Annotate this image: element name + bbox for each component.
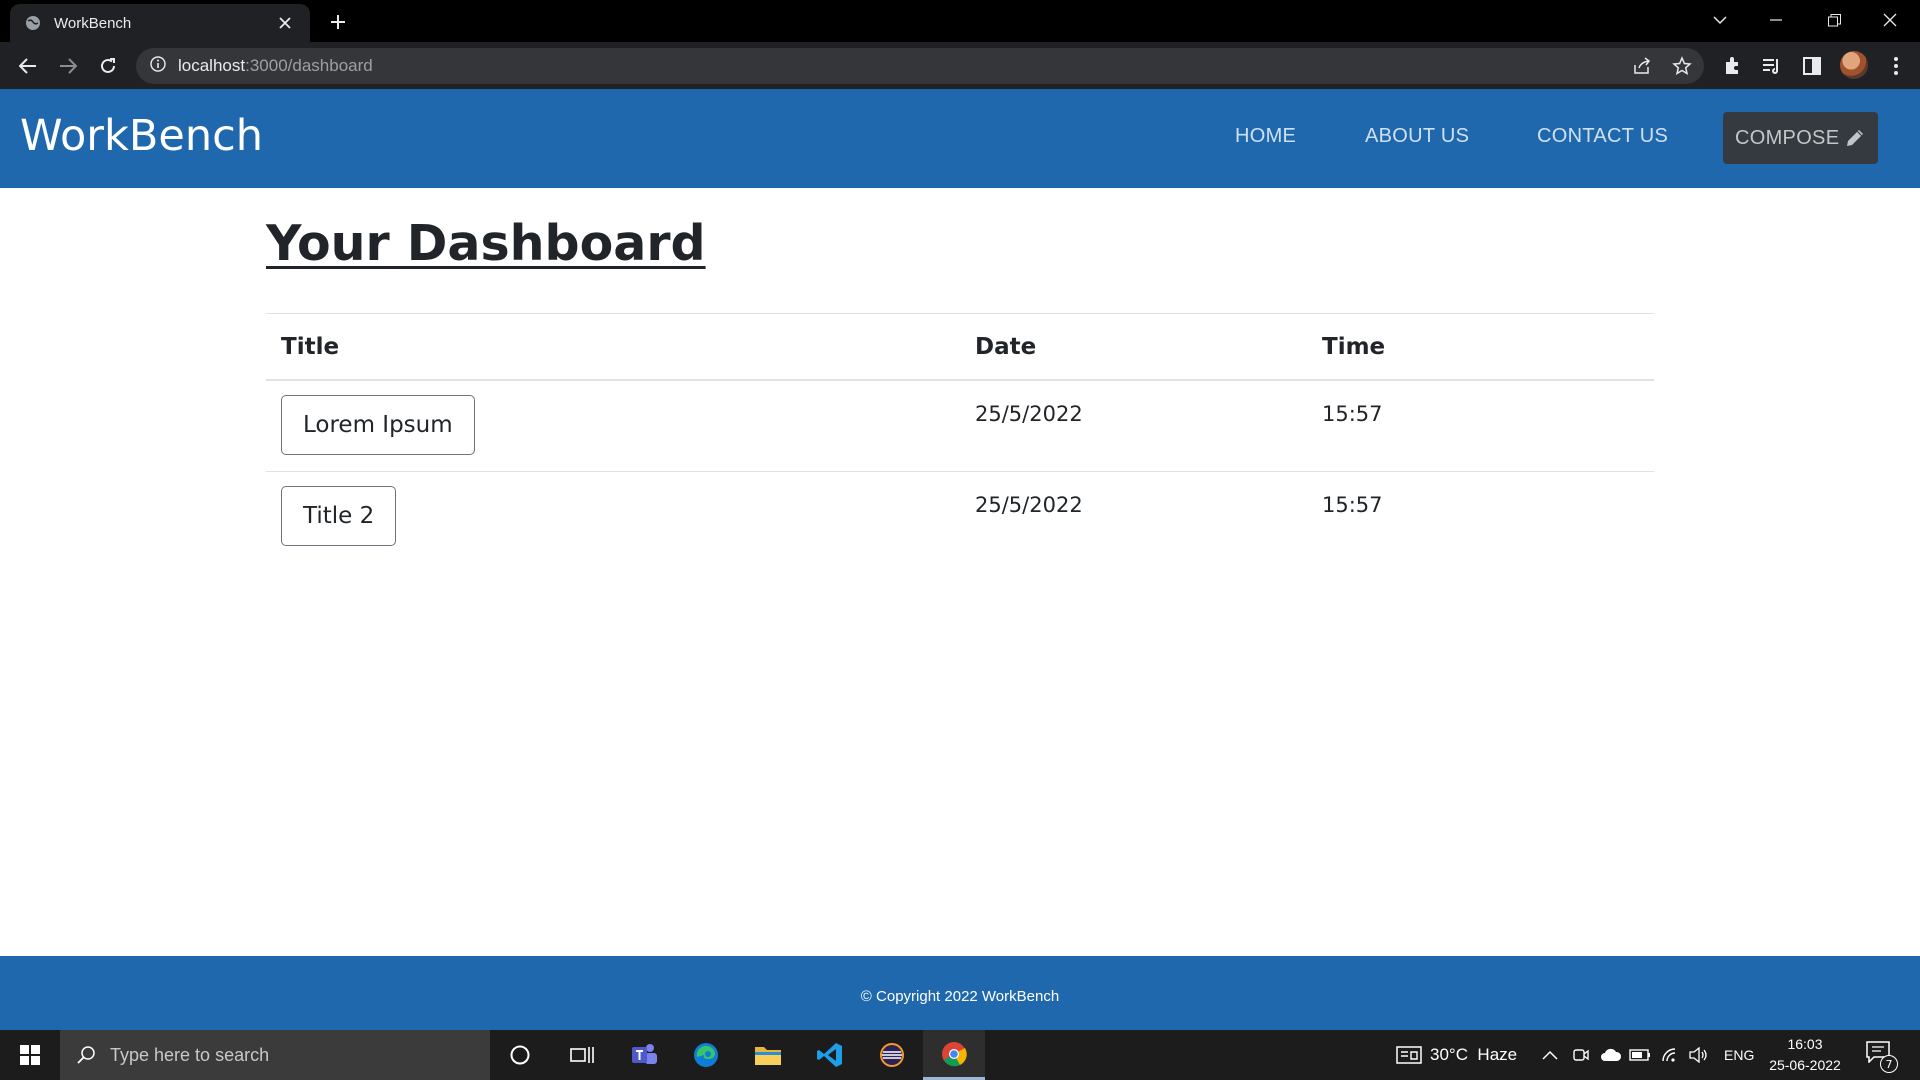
meet-now-icon[interactable] [1573, 1030, 1589, 1080]
nav-link-about-us[interactable]: ABOUT US [1365, 125, 1469, 148]
teams-icon[interactable] [613, 1030, 675, 1080]
profile-avatar[interactable] [1840, 51, 1868, 79]
windows-start-icon[interactable] [0, 1030, 60, 1080]
wifi-icon[interactable] [1661, 1030, 1681, 1080]
side-panel-icon[interactable] [1796, 50, 1828, 82]
browser-tabstrip: WorkBench [0, 0, 1920, 42]
search-placeholder: Type here to search [110, 1044, 270, 1065]
restore-icon[interactable] [1806, 0, 1862, 40]
column-header-date: Date [975, 334, 1037, 360]
copyright-text: © Copyright 2022 WorkBench [860, 987, 1060, 1005]
table-row: Title 2 25/5/2022 15:57 [266, 472, 1654, 563]
cortana-icon[interactable] [489, 1030, 551, 1080]
file-explorer-icon[interactable] [737, 1030, 799, 1080]
info-icon[interactable] [150, 56, 166, 76]
row-date: 25/5/2022 [975, 493, 1083, 517]
clock-time: 16:03 [1787, 1036, 1823, 1052]
nav-link-contact-us[interactable]: CONTACT US [1537, 125, 1668, 148]
bookmark-star-icon[interactable] [1670, 54, 1694, 78]
close-tab-icon[interactable] [274, 12, 296, 34]
notification-center-icon[interactable]: 7 [1866, 1041, 1898, 1073]
windows-taskbar: Type here to search 30°C Haze ENG 16:03 … [0, 1030, 1920, 1080]
post-title-button[interactable]: Title 2 [281, 486, 397, 546]
battery-icon[interactable] [1629, 1030, 1651, 1080]
table-row: Lorem Ipsum 25/5/2022 15:57 [266, 381, 1654, 472]
row-date: 25/5/2022 [975, 402, 1083, 426]
share-icon[interactable] [1630, 54, 1654, 78]
browser-tab[interactable]: WorkBench [10, 4, 310, 42]
site-footer: © Copyright 2022 WorkBench [0, 956, 1920, 1030]
vscode-icon[interactable] [799, 1030, 861, 1080]
pencil-icon [1847, 130, 1864, 146]
site-navbar: WorkBench HOME ABOUT US CONTACT US COMPO… [0, 89, 1920, 188]
brand-logo[interactable]: WorkBench [20, 111, 263, 161]
table-header: Title Date Time [266, 313, 1654, 381]
tab-search-icon[interactable] [1692, 0, 1748, 40]
dashboard-table: Title Date Time Lorem Ipsum 25/5/2022 15… [266, 313, 1654, 563]
column-header-time: Time [1322, 334, 1386, 360]
globe-icon [24, 14, 42, 32]
browser-toolbar: localhost:3000/dashboard [0, 42, 1920, 89]
chrome-icon[interactable] [923, 1030, 985, 1080]
reload-icon[interactable] [92, 50, 124, 82]
compose-label: COMPOSE [1735, 126, 1840, 149]
url-text: localhost:3000/dashboard [178, 56, 373, 75]
page-title: Your Dashboard [266, 215, 706, 272]
back-arrow-icon[interactable] [12, 50, 44, 82]
onedrive-icon[interactable] [1600, 1030, 1622, 1080]
language-indicator[interactable]: ENG [1724, 1030, 1754, 1080]
nav-link-home[interactable]: HOME [1235, 125, 1296, 148]
tab-title: WorkBench [54, 14, 132, 32]
address-bar[interactable]: localhost:3000/dashboard [136, 48, 1704, 84]
edge-icon[interactable] [675, 1030, 737, 1080]
weather-text: 30°C Haze [1430, 1045, 1518, 1064]
extensions-icon[interactable] [1716, 50, 1748, 82]
eclipse-icon[interactable] [861, 1030, 923, 1080]
row-time: 15:57 [1322, 402, 1383, 426]
forward-arrow-icon[interactable] [52, 50, 84, 82]
weather-icon [1396, 1046, 1422, 1064]
clock-date: 25-06-2022 [1769, 1057, 1841, 1073]
minimize-icon[interactable] [1748, 0, 1804, 40]
search-icon [77, 1046, 95, 1064]
new-tab-button[interactable] [324, 8, 352, 36]
taskbar-clock[interactable]: 16:03 25-06-2022 [1765, 1034, 1845, 1076]
post-title-button[interactable]: Lorem Ipsum [281, 395, 475, 455]
reading-list-icon[interactable] [1756, 50, 1788, 82]
column-header-title: Title [281, 334, 340, 360]
menu-dots-icon[interactable] [1880, 50, 1912, 82]
weather-widget[interactable]: 30°C Haze [1396, 1030, 1517, 1080]
task-view-icon[interactable] [551, 1030, 613, 1080]
taskbar-search[interactable]: Type here to search [60, 1030, 490, 1080]
compose-button[interactable]: COMPOSE [1723, 112, 1878, 164]
volume-icon[interactable] [1688, 1030, 1708, 1080]
close-window-icon[interactable] [1862, 0, 1918, 40]
row-time: 15:57 [1322, 493, 1383, 517]
show-hidden-icons-icon[interactable] [1542, 1030, 1558, 1080]
notification-count: 7 [1880, 1055, 1898, 1073]
